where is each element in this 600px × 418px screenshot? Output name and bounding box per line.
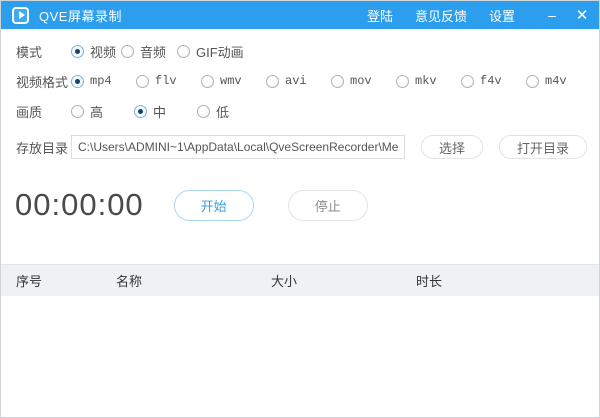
- format-option-mov[interactable]: mov: [331, 74, 396, 88]
- settings-menu-item[interactable]: 设置: [489, 6, 515, 25]
- format-option-f4v[interactable]: f4v: [461, 74, 526, 88]
- app-logo-play-icon: [12, 7, 29, 24]
- recordings-table-body: [1, 296, 599, 392]
- column-header-index: 序号: [1, 271, 116, 290]
- quality-option-high[interactable]: 高: [71, 102, 134, 121]
- format-option-avi[interactable]: avi: [266, 74, 331, 88]
- format-label: 视频格式: [1, 72, 71, 91]
- radio-icon[interactable]: [331, 75, 344, 88]
- radio-icon[interactable]: [461, 75, 474, 88]
- app-window: QVE屏幕录制 登陆 意见反馈 设置 – ✕ 模式 视频 音频 G: [0, 0, 600, 418]
- quality-row: 画质 高 中 低: [1, 96, 599, 126]
- window-title: QVE屏幕录制: [39, 6, 122, 25]
- mode-label: 模式: [1, 42, 71, 61]
- format-option-mp4[interactable]: mp4: [71, 74, 136, 88]
- format-option-wmv[interactable]: wmv: [201, 74, 266, 88]
- radio-icon[interactable]: [266, 75, 279, 88]
- format-option-mkv[interactable]: mkv: [396, 74, 461, 88]
- minimize-button[interactable]: –: [537, 1, 567, 29]
- mode-option-gif[interactable]: GIF动画: [177, 42, 244, 61]
- column-header-size: 大小: [271, 271, 416, 290]
- mode-row: 模式 视频 音频 GIF动画: [1, 36, 599, 66]
- recording-timer: 00:00:00: [15, 187, 144, 223]
- format-row: 视频格式 mp4 flv wmv avi: [1, 66, 599, 96]
- login-menu-item[interactable]: 登陆: [367, 6, 393, 25]
- column-header-name: 名称: [116, 271, 271, 290]
- radio-icon[interactable]: [201, 75, 214, 88]
- format-option-m4v[interactable]: m4v: [526, 74, 567, 88]
- titlebar: QVE屏幕录制 登陆 意见反馈 设置 – ✕: [1, 1, 599, 29]
- stop-recording-button[interactable]: 停止: [288, 190, 368, 221]
- mode-option-video[interactable]: 视频: [71, 42, 121, 61]
- radio-selected-icon[interactable]: [71, 45, 84, 58]
- format-option-flv[interactable]: flv: [136, 74, 201, 88]
- radio-icon[interactable]: [526, 75, 539, 88]
- directory-label: 存放目录: [1, 138, 71, 157]
- radio-selected-icon[interactable]: [71, 75, 84, 88]
- settings-form: 模式 视频 音频 GIF动画 视频格式: [1, 29, 599, 164]
- directory-path-input[interactable]: [71, 135, 405, 159]
- radio-icon[interactable]: [396, 75, 409, 88]
- close-button[interactable]: ✕: [567, 1, 597, 29]
- radio-icon[interactable]: [177, 45, 190, 58]
- radio-icon[interactable]: [121, 45, 134, 58]
- open-directory-button[interactable]: 打开目录: [499, 135, 587, 159]
- column-header-duration: 时长: [416, 271, 599, 290]
- quality-option-low[interactable]: 低: [197, 102, 229, 121]
- radio-icon[interactable]: [71, 105, 84, 118]
- radio-icon[interactable]: [136, 75, 149, 88]
- quality-option-medium[interactable]: 中: [134, 102, 197, 121]
- radio-selected-icon[interactable]: [134, 105, 147, 118]
- mode-option-audio[interactable]: 音频: [121, 42, 177, 61]
- feedback-menu-item[interactable]: 意见反馈: [415, 6, 467, 25]
- select-directory-button[interactable]: 选择: [421, 135, 483, 159]
- quality-label: 画质: [1, 102, 71, 121]
- directory-row: 存放目录 选择 打开目录: [1, 130, 599, 164]
- start-recording-button[interactable]: 开始: [174, 190, 254, 221]
- radio-icon[interactable]: [197, 105, 210, 118]
- recordings-table-header: 序号 名称 大小 时长: [1, 264, 599, 296]
- recorder-controls: 00:00:00 开始 停止: [1, 188, 599, 222]
